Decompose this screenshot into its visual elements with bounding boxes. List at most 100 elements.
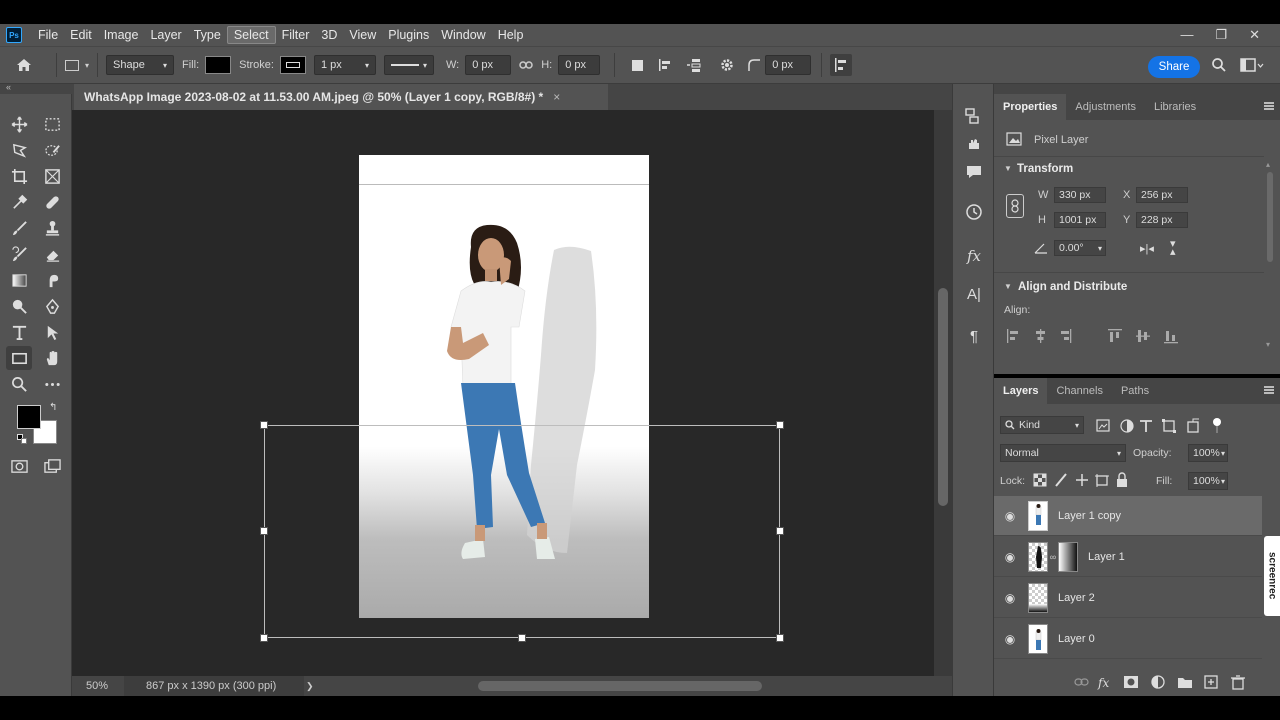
layer-row[interactable]: ◉ Layer 2 (994, 578, 1262, 618)
navigator-panel-button[interactable] (962, 104, 986, 128)
filter-type-icon[interactable] (1140, 420, 1152, 432)
path-arrangement-button[interactable] (679, 57, 711, 73)
scroll-down-icon[interactable]: ▾ (1266, 340, 1270, 349)
default-colors-icon[interactable] (17, 434, 27, 444)
move-tool[interactable] (6, 112, 32, 136)
width-field[interactable]: 330 px (1054, 187, 1106, 203)
stamp-tool[interactable] (39, 216, 65, 240)
tab-libraries[interactable]: Libraries (1145, 94, 1205, 120)
crop-tool[interactable] (6, 164, 32, 188)
share-button[interactable]: Share (1148, 56, 1200, 78)
workspace-button[interactable] (1240, 57, 1264, 73)
tab-channels[interactable]: Channels (1047, 378, 1111, 404)
corner-radius-field[interactable]: 0 px (765, 55, 812, 75)
transform-handle-bottom-middle[interactable] (518, 634, 526, 642)
type-tool[interactable] (6, 320, 32, 344)
history-panel-button[interactable] (962, 200, 986, 224)
add-mask-icon[interactable] (1124, 676, 1138, 688)
lock-transparent-pixels-icon[interactable] (1033, 473, 1047, 487)
foreground-color-swatch[interactable] (17, 405, 41, 429)
layer-row[interactable]: ◉ Layer 1 copy (994, 496, 1262, 536)
home-button[interactable] (0, 56, 48, 74)
menu-image[interactable]: Image (98, 26, 145, 44)
menu-view[interactable]: View (343, 26, 382, 44)
eye-icon[interactable]: ◉ (994, 632, 1026, 646)
restore-button[interactable]: ❐ (1215, 27, 1227, 43)
shape-mode-dropdown[interactable]: Shape ▾ (106, 55, 175, 75)
close-document-icon[interactable]: × (553, 90, 560, 104)
zoom-tool[interactable] (6, 372, 32, 396)
blend-mode-dropdown[interactable]: Normal ▾ (1000, 444, 1126, 462)
more-tools[interactable] (39, 372, 65, 396)
flip-horizontal-icon[interactable]: ▸|◂ (1140, 242, 1154, 255)
transform-handle-top-right[interactable] (776, 421, 784, 429)
quick-selection-tool[interactable] (39, 138, 65, 162)
menu-select[interactable]: Select (226, 26, 276, 44)
zoom-level[interactable]: 50% (72, 680, 124, 692)
scroll-up-icon[interactable]: ▴ (1266, 160, 1270, 169)
eye-icon[interactable]: ◉ (994, 550, 1026, 564)
dodge-tool[interactable] (6, 294, 32, 318)
transform-handle-top-left[interactable] (260, 421, 268, 429)
minimize-button[interactable]: — (1180, 27, 1193, 43)
frame-tool[interactable] (39, 164, 65, 188)
hand-tool[interactable] (39, 346, 65, 370)
stroke-swatch[interactable] (279, 56, 306, 74)
new-group-icon[interactable] (1178, 678, 1192, 688)
align-vertical-centers-icon[interactable] (1136, 330, 1150, 342)
layer-filter-kind[interactable]: Kind ▾ (1000, 416, 1084, 434)
swap-colors-icon[interactable]: ↰ (49, 402, 57, 413)
lasso-tool[interactable] (6, 138, 32, 162)
paragraph-panel-button[interactable]: ¶ (962, 324, 986, 348)
transform-handle-middle-right[interactable] (776, 527, 784, 535)
screen-mode-button[interactable] (39, 454, 65, 478)
filter-shape-icon[interactable] (1162, 419, 1176, 433)
fill-field[interactable]: 100% ▾ (1188, 472, 1228, 490)
lock-image-pixels-icon[interactable] (1055, 473, 1067, 487)
canvas-area[interactable] (72, 110, 934, 676)
gradient-tool[interactable] (6, 268, 32, 292)
path-selection-tool[interactable] (39, 320, 65, 344)
eye-icon[interactable]: ◉ (994, 509, 1026, 523)
screenrec-overlay[interactable]: screenrec (1264, 536, 1280, 616)
transform-handle-bottom-right[interactable] (776, 634, 784, 642)
vertical-scrollbar[interactable] (934, 110, 952, 676)
tab-layers[interactable]: Layers (994, 378, 1048, 404)
align-left-edges-icon[interactable] (1007, 329, 1018, 343)
layer-row[interactable]: ◉ ∞ Layer 1 (994, 537, 1262, 577)
align-bottom-edges-icon[interactable] (1164, 331, 1178, 344)
filter-adjustment-icon[interactable] (1120, 419, 1134, 433)
rotation-angle-field[interactable]: 0.00° ▾ (1054, 240, 1106, 256)
menu-window[interactable]: Window (435, 26, 491, 44)
menu-3d[interactable]: 3D (315, 26, 343, 44)
lock-all-icon[interactable] (1117, 472, 1127, 487)
filter-toggle-icon[interactable] (1213, 418, 1221, 433)
properties-scrollbar[interactable]: ▴ ▾ (1266, 160, 1274, 354)
tool-preset-picker[interactable]: ▾ (65, 59, 89, 71)
brush-tool[interactable] (6, 216, 32, 240)
chevron-down-icon[interactable]: ▼ (1004, 282, 1012, 291)
eye-icon[interactable]: ◉ (994, 591, 1026, 605)
layer-mask-thumbnail[interactable] (1058, 541, 1078, 572)
collapse-left-icon[interactable]: « (6, 82, 11, 92)
menu-layer[interactable]: Layer (144, 26, 187, 44)
transform-handle-bottom-left[interactable] (260, 634, 268, 642)
align-horizontal-centers-icon[interactable] (1036, 329, 1045, 343)
tab-paths[interactable]: Paths (1112, 378, 1158, 404)
width-field[interactable]: 0 px (465, 55, 512, 75)
new-fill-adjustment-icon[interactable] (1151, 675, 1165, 689)
eraser-tool[interactable] (39, 242, 65, 266)
lock-artboard-icon[interactable] (1095, 474, 1109, 487)
panel-menu-icon[interactable] (1264, 102, 1274, 110)
comments-panel-button[interactable] (962, 160, 986, 184)
align-edges-button[interactable] (830, 54, 853, 76)
smudge-tool[interactable] (39, 268, 65, 292)
styles-panel-button[interactable]: fx (962, 244, 986, 268)
close-button[interactable]: ✕ (1249, 27, 1260, 43)
link-icon[interactable] (519, 60, 533, 70)
transform-section-title[interactable]: Transform (1017, 163, 1073, 175)
fill-swatch[interactable] (205, 56, 232, 74)
menu-type[interactable]: Type (188, 26, 227, 44)
panel-menu-icon[interactable] (1264, 386, 1274, 394)
marquee-tool[interactable] (39, 112, 65, 136)
